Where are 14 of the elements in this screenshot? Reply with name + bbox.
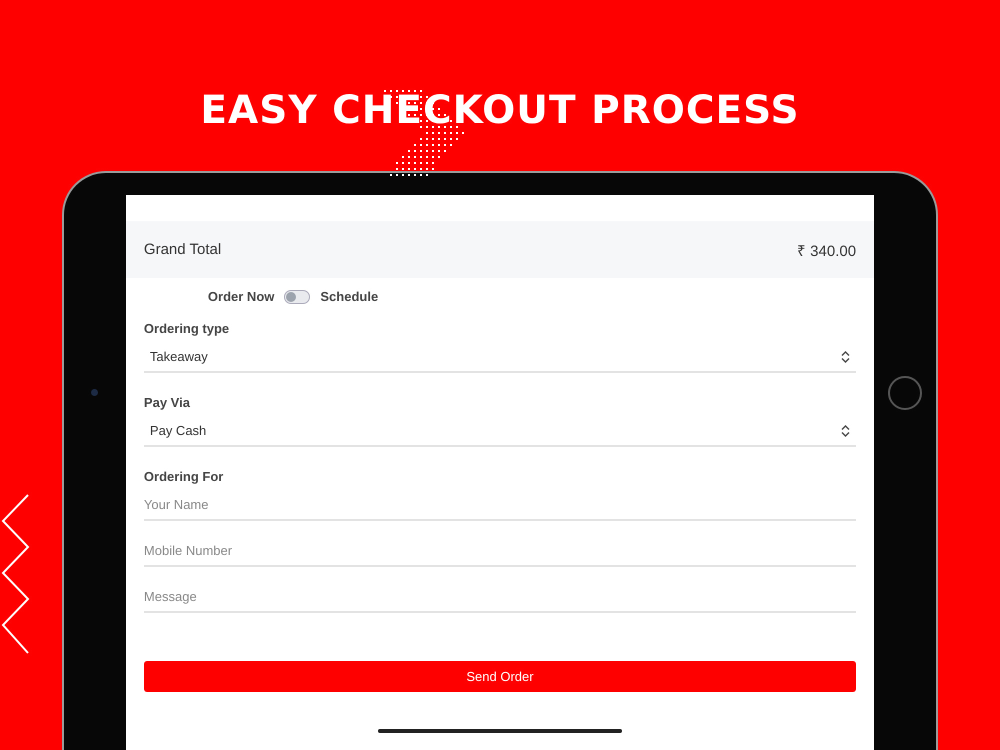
up-down-chevron-icon: [841, 350, 850, 362]
schedule-toggle[interactable]: [284, 290, 310, 304]
camera-icon: [91, 389, 98, 396]
up-down-chevron-icon: [841, 424, 850, 436]
section-label: Ordering type: [144, 321, 230, 336]
schedule-label: Schedule: [320, 289, 378, 304]
headline: EASY CHECKOUT PROCESS: [200, 88, 800, 133]
send-order-button[interactable]: Send Order: [144, 661, 856, 692]
section-label: Pay Via: [144, 395, 191, 410]
grand-total-label: Grand Total: [144, 241, 222, 258]
order-now-label: Order Now: [208, 289, 274, 304]
home-button[interactable]: [888, 376, 922, 410]
grand-total-value: ₹ 340.00: [797, 242, 856, 260]
section-label: Ordering For: [144, 469, 224, 484]
